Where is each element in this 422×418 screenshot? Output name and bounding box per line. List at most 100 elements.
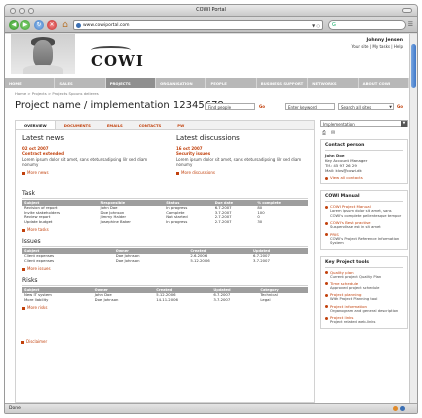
reload-button[interactable]: ↻	[34, 20, 44, 30]
tab-pw[interactable]: PW	[169, 121, 192, 129]
project-tabs: OVERVIEW DOCUMENTS EMAILS CONTACTS PW	[16, 121, 314, 130]
issues-section: Issues Subject Owner Created Updated Cli…	[22, 238, 308, 271]
forward-button[interactable]: ▶	[20, 20, 30, 30]
task-title: Task	[22, 190, 308, 199]
more-risks-link[interactable]: More risks	[22, 305, 308, 310]
more-news-link[interactable]: More news	[22, 170, 152, 175]
toolbar-toggle-button[interactable]	[402, 8, 412, 13]
risks-title: Risks	[22, 277, 308, 287]
issues-title: Issues	[22, 238, 308, 248]
search-scope-value: Search all sites	[341, 105, 372, 110]
search-scope-select[interactable]: Search all sites ▼	[338, 103, 394, 110]
user-links[interactable]: Your site | My tasks | Help	[351, 44, 403, 49]
table-row[interactable]: More liability Doe Johnson 14.11.2006 3.7.2…	[22, 297, 308, 303]
tool-desc: Project related web-links	[330, 320, 376, 325]
browser-window: COWI Portal ◀ ▶ ↻ ✕ ⌂ www.cowiportal.com…	[4, 4, 418, 414]
scrollbar-thumb[interactable]	[411, 44, 416, 88]
more-tasks-link[interactable]: More tasks	[22, 227, 308, 232]
user-name: Johnny Jensen	[366, 38, 404, 43]
keyword-input[interactable]: Enter keyword	[285, 103, 335, 110]
contact-title: Contact person	[325, 143, 403, 151]
page-viewport: COWI Johnny Jensen Your site | My tasks …	[5, 34, 409, 403]
chevron-down-icon: ▼	[389, 105, 392, 109]
stop-button[interactable]: ✕	[47, 20, 57, 30]
home-icon: ⌂	[62, 19, 68, 30]
disclaimer-link[interactable]: Disclaimer	[21, 339, 47, 344]
tool-desc: Approved project schedule	[330, 285, 380, 290]
breadcrumb[interactable]: Home > Projects > Projects Spouns delier…	[15, 91, 99, 96]
risks-table: Subject Owner Created Updated Category N…	[22, 287, 308, 302]
contact-mail[interactable]: Mail: klvs@cowi.dk	[325, 168, 403, 173]
arrow-right-icon: ▶	[22, 21, 28, 28]
tab-emails[interactable]: EMAILS	[99, 121, 131, 129]
search-engine-icon: G	[332, 22, 336, 28]
window-title: COWI Portal	[196, 7, 226, 13]
cowi-logo[interactable]: COWI	[91, 52, 144, 70]
manual-desc: Suspendisse est in sit amet	[330, 225, 381, 230]
find-go-button[interactable]: Go	[259, 104, 265, 109]
title-bar: COWI Portal	[5, 5, 417, 17]
nav-item-organisation[interactable]: ORGANISATION	[156, 78, 207, 88]
table-row[interactable]: Client expenses Doe Johnson 5.12.2006 3.7.2…	[22, 258, 308, 264]
address-bar[interactable]: www.cowiportal.com ▼ ○	[73, 20, 323, 30]
browser-toolbar: ◀ ▶ ↻ ✕ ⌂ www.cowiportal.com ▼ ○ G ☰	[5, 17, 417, 33]
tool-desc: With Project Planning tool	[330, 297, 378, 302]
nav-item-networks[interactable]: NETWORKS	[308, 78, 359, 88]
discussion-text: Lorem ipsum dolor sit amet, sans eteturs…	[176, 157, 302, 167]
sidebar-tools: ⎙ ✉	[322, 130, 406, 136]
back-button[interactable]: ◀	[9, 20, 19, 30]
nav-item-business-support[interactable]: BUSINESS SUPPORT	[257, 78, 309, 88]
arrow-left-icon: ◀	[11, 21, 17, 28]
latest-discussions-title: Latest discussions	[176, 134, 240, 142]
nav-item-home[interactable]: HOME	[5, 78, 56, 88]
tab-documents[interactable]: DOCUMENTS	[56, 121, 99, 129]
main-nav: HOME SALES PROJECTS ORGANISATION PEOPLE …	[5, 78, 409, 88]
print-icon[interactable]: ⎙	[322, 130, 326, 136]
nav-item-projects[interactable]: PROJECTS	[105, 78, 157, 88]
status-text: Done	[9, 406, 21, 411]
more-issues-link[interactable]: More issues	[22, 266, 308, 271]
chevron-down-icon: ▼	[401, 121, 407, 127]
tab-contacts[interactable]: CONTACTS	[131, 121, 170, 129]
nav-item-people[interactable]: PEOPLE	[206, 78, 257, 88]
email-icon[interactable]: ✉	[331, 130, 335, 136]
more-discussions-link[interactable]: More discussions	[176, 170, 306, 175]
vertical-scrollbar[interactable]	[409, 34, 417, 403]
project-view-select[interactable]: Implementation ▼	[320, 120, 408, 127]
header-photo	[11, 34, 75, 74]
latest-discussions: Latest discussions 16 oct 2007 Security …	[176, 134, 306, 175]
search-go-button[interactable]: Go	[397, 104, 403, 109]
rss-icon[interactable]	[393, 406, 398, 411]
security-icon[interactable]	[400, 406, 405, 411]
discussion-subject[interactable]: Security issues	[176, 151, 306, 156]
table-row[interactable]: Update budget Josephine Baker In progress 2…	[22, 219, 308, 225]
project-view-value: Implementation	[323, 122, 355, 127]
nav-item-about-cowi[interactable]: ABOUT COWI	[359, 78, 409, 88]
manual-desc: Lorem ipsum dolor sit amet, sans COWI's …	[330, 209, 402, 218]
status-icons	[393, 406, 405, 411]
news-subject[interactable]: Contract extended	[22, 151, 152, 156]
search-field[interactable]: G	[328, 20, 406, 30]
home-button[interactable]: ⌂	[60, 20, 70, 30]
view-all-contacts-link[interactable]: View all contacts	[325, 175, 403, 180]
tool-desc: Organogram and general description	[330, 308, 399, 313]
page-title: Project name / implementation 12345678	[15, 100, 224, 111]
sidebar: Implementation ▼ ⎙ ✉ Contact person John…	[320, 120, 408, 403]
contact-box: Contact person John Doe Key Account Mana…	[320, 139, 408, 185]
find-people-input[interactable]: Find people	[205, 103, 255, 110]
manual-desc: COWI's Project Reference Information Sys…	[330, 236, 400, 246]
site-header: COWI Johnny Jensen Your site | My tasks …	[5, 34, 409, 78]
tab-overview[interactable]: OVERVIEW	[16, 121, 56, 129]
news-discussions: Latest news 02 oct 2007 Contract extende…	[16, 130, 314, 190]
page-menu-icon[interactable]: ☰	[408, 21, 413, 28]
task-section: Task Subject Responsible Status Due date…	[22, 190, 308, 232]
favicon-icon	[76, 22, 81, 28]
chevron-down-icon[interactable]: ▼ ○	[312, 23, 320, 28]
task-table: Subject Responsible Status Due date % co…	[22, 200, 308, 224]
issues-table: Subject Owner Created Updated Client exp…	[22, 248, 308, 263]
stop-icon: ✕	[49, 21, 55, 28]
news-text: Lorem ipsum dolor sit amet, sans eteturs…	[22, 157, 148, 167]
cowi-manual-box: COWI Manual COWI Project Manual Lorem ip…	[320, 190, 408, 250]
nav-item-sales[interactable]: SALES	[55, 78, 106, 88]
user-box: Johnny Jensen Your site | My tasks | Hel…	[351, 38, 403, 49]
